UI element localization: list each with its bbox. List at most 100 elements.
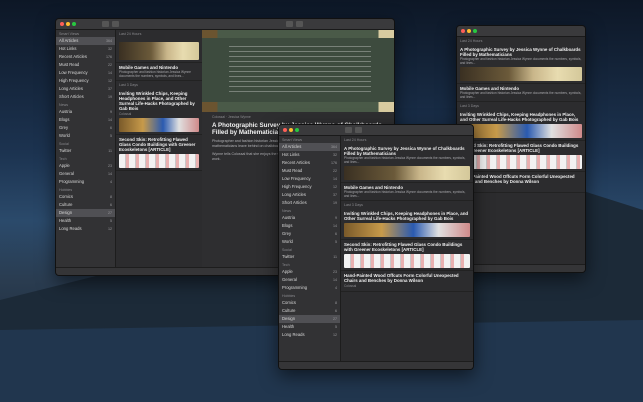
close-button[interactable] xyxy=(461,29,465,33)
sidebar-item-grey[interactable]: Grey 6 xyxy=(279,230,340,238)
item-count: 19 xyxy=(333,201,337,205)
sidebar-item-short-articles[interactable]: Short Articles 19 xyxy=(279,199,340,207)
item-count: 176 xyxy=(106,55,112,59)
sidebar-item-blogs[interactable]: Blogs 14 xyxy=(279,222,340,230)
sidebar-item-programming[interactable]: Programming 4 xyxy=(56,178,115,186)
list-item[interactable]: Mobile Games and Nintendo Photographer a… xyxy=(341,183,473,201)
sidebar-item-austria[interactable]: Austria 9 xyxy=(56,108,115,116)
item-label: Culture xyxy=(282,308,296,313)
filter-icon[interactable] xyxy=(355,127,362,133)
list-item[interactable]: A Photographic Survey by Jessica Wynne o… xyxy=(457,45,585,84)
share-icon[interactable] xyxy=(286,21,293,27)
sidebar-item-long-reads[interactable]: Long Reads 12 xyxy=(279,331,340,339)
sidebar-item-long-reads[interactable]: Long Reads 12 xyxy=(56,225,115,233)
sidebar-item-general[interactable]: General 14 xyxy=(279,276,340,284)
sidebar-item-blogs[interactable]: Blogs 14 xyxy=(56,116,115,124)
item-count: 5 xyxy=(335,240,337,244)
sidebar-item-world[interactable]: World 5 xyxy=(56,132,115,140)
item-label: General xyxy=(282,277,297,282)
list-item[interactable] xyxy=(116,38,202,63)
sidebar-item-programming[interactable]: Programming 4 xyxy=(279,284,340,292)
sidebar-item-low-frequency[interactable]: Low Frequency 14 xyxy=(56,69,115,77)
sidebar-item-hot-links[interactable]: Hot Links 32 xyxy=(56,45,115,53)
item-count: 364 xyxy=(106,39,112,43)
article-thumbnail xyxy=(119,154,199,168)
list-item[interactable]: Hand-Painted Wood Offcuts Form Colorful … xyxy=(341,271,473,292)
item-count: 12 xyxy=(333,333,337,337)
item-label: Twitter xyxy=(59,148,72,153)
sidebar-item-low-frequency[interactable]: Low Frequency 14 xyxy=(279,175,340,183)
item-count: 5 xyxy=(110,219,112,223)
list-item[interactable]: Mobile Games and Nintendo Photographer a… xyxy=(116,63,202,81)
section-header: Social xyxy=(282,248,292,252)
article-snippet: Photographer and fashion historian Jessi… xyxy=(460,91,582,99)
sidebar-item-apple[interactable]: Apple 23 xyxy=(279,268,340,276)
sidebar-item-apple[interactable]: Apple 23 xyxy=(56,162,115,170)
section-header: Hobbies xyxy=(282,294,296,298)
sidebar-item-hot-links[interactable]: Hot Links 32 xyxy=(279,151,340,159)
sidebar: Smart Views All Articles 364 Hot Links 32 … xyxy=(279,136,341,361)
close-button[interactable] xyxy=(60,22,64,26)
sidebar-item-high-frequency[interactable]: High Frequency 12 xyxy=(279,183,340,191)
sidebar-item-comics[interactable]: Comics 8 xyxy=(279,299,340,307)
item-count: 14 xyxy=(108,172,112,176)
sidebar-item-all-articles[interactable]: All Articles 364 xyxy=(279,143,340,151)
sidebar-item-long-articles[interactable]: Long Articles 37 xyxy=(56,85,115,93)
sidebar-item-must-read[interactable]: Must Read 22 xyxy=(56,61,115,69)
minimize-button[interactable] xyxy=(289,128,293,132)
list-section-header: Last 24 Hours xyxy=(460,39,483,43)
list-item[interactable]: Second Skin: Retrofitting Flawed Glass C… xyxy=(341,240,473,271)
item-count: 6 xyxy=(110,126,112,130)
sidebar-item-short-articles[interactable]: Short Articles 19 xyxy=(56,93,115,101)
item-count: 27 xyxy=(333,317,337,321)
zoom-button[interactable] xyxy=(473,29,477,33)
sidebar-item-health[interactable]: Health 5 xyxy=(279,323,340,331)
list-item[interactable]: A Photographic Survey by Jessica Wynne o… xyxy=(341,144,473,183)
article-thumbnail xyxy=(344,166,470,180)
item-count: 14 xyxy=(108,71,112,75)
list-item[interactable]: Mobile Games and Nintendo Photographer a… xyxy=(457,84,585,102)
item-count: 364 xyxy=(331,145,337,149)
list-item[interactable]: Inviting Wrinkled Chips, Keeping Headpho… xyxy=(457,110,585,141)
item-count: 5 xyxy=(110,134,112,138)
minimize-button[interactable] xyxy=(66,22,70,26)
sidebar-item-culture[interactable]: Culture 6 xyxy=(279,307,340,315)
sidebar-item-high-frequency[interactable]: High Frequency 12 xyxy=(56,77,115,85)
zoom-button[interactable] xyxy=(72,22,76,26)
sidebar-item-must-read[interactable]: Must Read 22 xyxy=(279,167,340,175)
sidebar-item-health[interactable]: Health 5 xyxy=(56,217,115,225)
sidebar-item-all-articles[interactable]: All Articles 364 xyxy=(56,37,115,45)
minimize-button[interactable] xyxy=(467,29,471,33)
sidebar-item-design[interactable]: Design 27 xyxy=(279,315,340,323)
close-button[interactable] xyxy=(283,128,287,132)
sidebar-toggle-icon[interactable] xyxy=(102,21,109,27)
sidebar-item-culture[interactable]: Culture 6 xyxy=(56,201,115,209)
list-item[interactable]: Second Skin: Retrofitting Flawed Glass C… xyxy=(116,135,202,171)
article-title: A Photographic Survey by Jessica Wynne o… xyxy=(344,146,465,156)
sidebar-item-twitter[interactable]: Twitter 11 xyxy=(279,253,340,261)
sidebar-item-grey[interactable]: Grey 6 xyxy=(56,124,115,132)
sidebar-item-comics[interactable]: Comics 8 xyxy=(56,193,115,201)
list-item[interactable]: Hand-Painted Wood Offcuts Form Colorful … xyxy=(457,172,585,193)
sidebar-toggle-icon[interactable] xyxy=(345,127,352,133)
filter-icon[interactable] xyxy=(112,21,119,27)
item-count: 6 xyxy=(335,309,337,313)
reader-mode-icon[interactable] xyxy=(296,21,303,27)
item-count: 8 xyxy=(110,195,112,199)
sidebar-item-recent-articles[interactable]: Recent Articles 176 xyxy=(56,53,115,61)
sidebar-item-austria[interactable]: Austria 9 xyxy=(279,214,340,222)
list-item[interactable]: Second Skin: Retrofitting Flawed Glass C… xyxy=(457,141,585,172)
sidebar-item-world[interactable]: World 5 xyxy=(279,238,340,246)
article-snippet: Photographer and fashion historian Jessi… xyxy=(344,156,466,164)
zoom-button[interactable] xyxy=(295,128,299,132)
list-item[interactable]: Inviting Wrinkled Chips, Keeping Headpho… xyxy=(341,209,473,240)
sidebar-item-twitter[interactable]: Twitter 11 xyxy=(56,147,115,155)
sidebar-item-design[interactable]: Design 27 xyxy=(56,209,115,217)
sidebar-item-long-articles[interactable]: Long Articles 37 xyxy=(279,191,340,199)
list-item[interactable]: Inviting Wrinkled Chips, Keeping Headpho… xyxy=(116,89,202,135)
sidebar-item-general[interactable]: General 14 xyxy=(56,170,115,178)
article-source: Colossal xyxy=(119,112,132,116)
article-list: Last 24 Hours Mobile Games and Nintendo … xyxy=(116,30,202,267)
item-count: 6 xyxy=(335,232,337,236)
sidebar-item-recent-articles[interactable]: Recent Articles 176 xyxy=(279,159,340,167)
